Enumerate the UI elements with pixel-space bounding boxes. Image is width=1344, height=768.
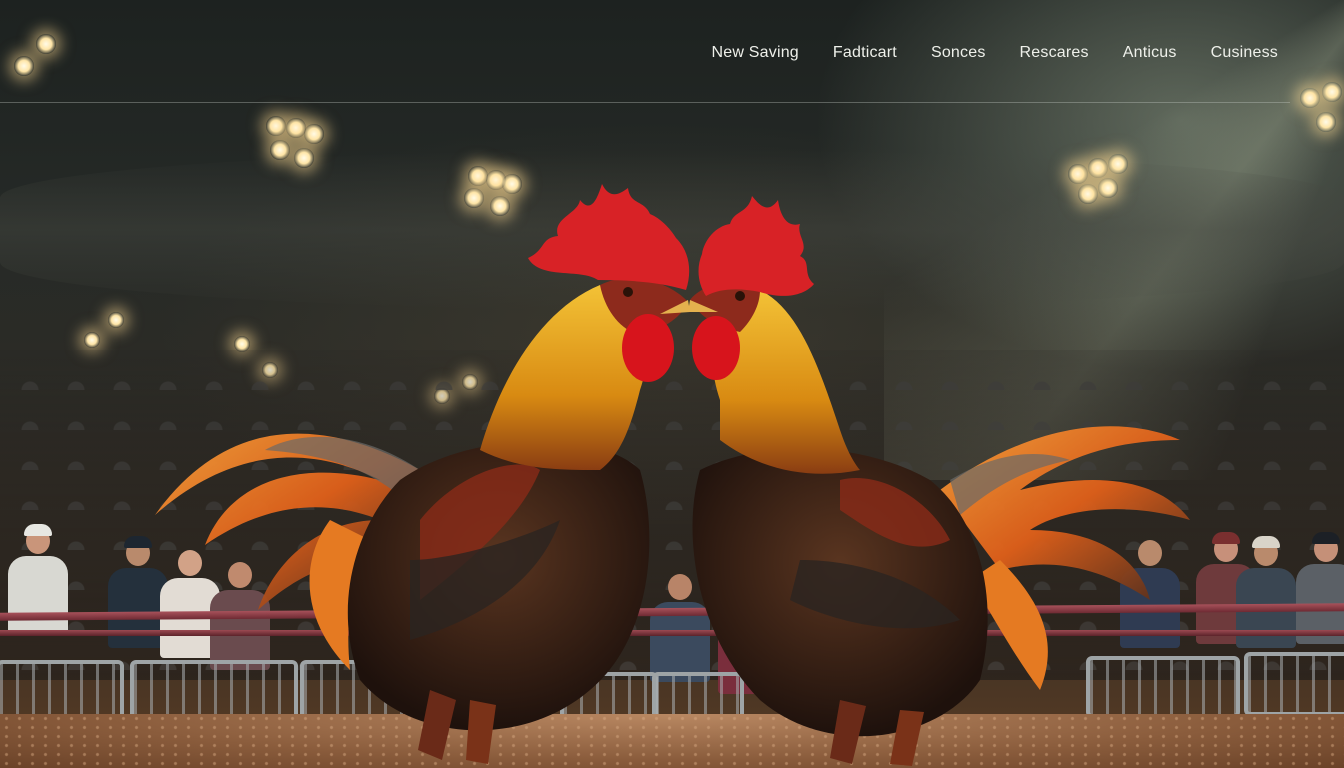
nav-item-anticus[interactable]: Anticus (1123, 44, 1177, 62)
nav-divider (0, 102, 1290, 103)
top-navigation: New Saving Fadticart Sonces Rescares Ant… (0, 0, 1344, 104)
nav-item-rescares[interactable]: Rescares (1020, 44, 1089, 62)
nav-item-cusiness[interactable]: Cusiness (1211, 44, 1278, 62)
rooster-left-illustration (155, 184, 690, 764)
nav-item-fadticart[interactable]: Fadticart (833, 44, 897, 62)
hero-scene: New Saving Fadticart Sonces Rescares Ant… (0, 0, 1344, 768)
nav-links: New Saving Fadticart Sonces Rescares Ant… (712, 44, 1278, 62)
nav-item-sonces[interactable]: Sonces (931, 44, 986, 62)
rooster-illustrations (155, 184, 1190, 766)
nav-item-new-saving[interactable]: New Saving (712, 44, 799, 62)
rooster-right-illustration (688, 196, 1190, 766)
